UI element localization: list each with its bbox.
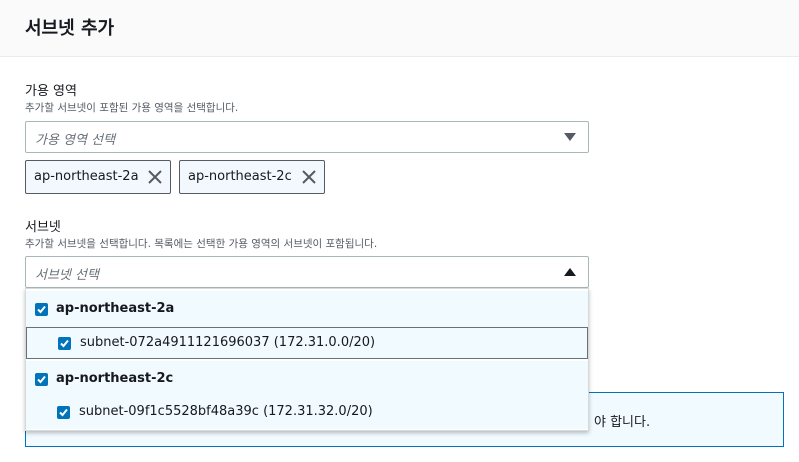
dropdown-option-label: subnet-072a4911121696037 (172.31.0.0/20) bbox=[80, 335, 376, 350]
subnet-dropdown: ap-northeast-2a subnet-072a4911121696037… bbox=[25, 288, 589, 431]
az-label: 가용 영역 bbox=[25, 84, 77, 99]
az-select[interactable]: 가용 영역 선택 bbox=[25, 121, 589, 153]
page-title: 서브넷 추가 bbox=[25, 18, 115, 39]
az-description: 추가할 서브넷이 포함된 가용 영역을 선택합니다. bbox=[25, 102, 239, 114]
dropdown-option-row[interactable]: subnet-072a4911121696037 (172.31.0.0/20) bbox=[26, 327, 588, 359]
az-token: ap-northeast-2c bbox=[179, 160, 325, 194]
dropdown-group-label: ap-northeast-2c bbox=[56, 371, 174, 386]
caret-down-icon bbox=[564, 133, 576, 141]
az-token: ap-northeast-2a bbox=[25, 160, 171, 194]
dropdown-group-row[interactable]: ap-northeast-2a bbox=[26, 291, 588, 327]
info-alert-text: 야 합니다. bbox=[594, 415, 651, 430]
subnet-select[interactable]: 서브넷 선택 bbox=[25, 256, 589, 288]
dropdown-option-label: subnet-09f1c5528bf48a39c (172.31.32.0/20… bbox=[79, 404, 373, 419]
checkbox-checked-icon[interactable] bbox=[58, 337, 71, 350]
close-icon[interactable] bbox=[146, 168, 164, 186]
subnet-select-placeholder: 서브넷 선택 bbox=[35, 268, 99, 283]
panel-header: 서브넷 추가 bbox=[0, 0, 799, 57]
az-select-placeholder: 가용 영역 선택 bbox=[35, 133, 116, 148]
dropdown-group-label: ap-northeast-2a bbox=[56, 301, 175, 316]
az-token-label: ap-northeast-2c bbox=[188, 169, 292, 184]
close-icon[interactable] bbox=[300, 168, 318, 186]
dropdown-option-row[interactable]: subnet-09f1c5528bf48a39c (172.31.32.0/20… bbox=[26, 397, 588, 429]
checkbox-checked-icon[interactable] bbox=[35, 303, 48, 316]
dropdown-group-row[interactable]: ap-northeast-2c bbox=[26, 361, 588, 397]
subnet-description: 추가할 서브넷을 선택합니다. 목록에는 선택한 가용 영역의 서브넷이 포함됩… bbox=[25, 238, 378, 250]
az-token-label: ap-northeast-2a bbox=[34, 169, 139, 184]
subnet-label: 서브넷 bbox=[25, 220, 61, 235]
checkbox-checked-icon[interactable] bbox=[57, 406, 70, 419]
caret-up-icon bbox=[564, 268, 576, 276]
checkbox-checked-icon[interactable] bbox=[35, 373, 48, 386]
